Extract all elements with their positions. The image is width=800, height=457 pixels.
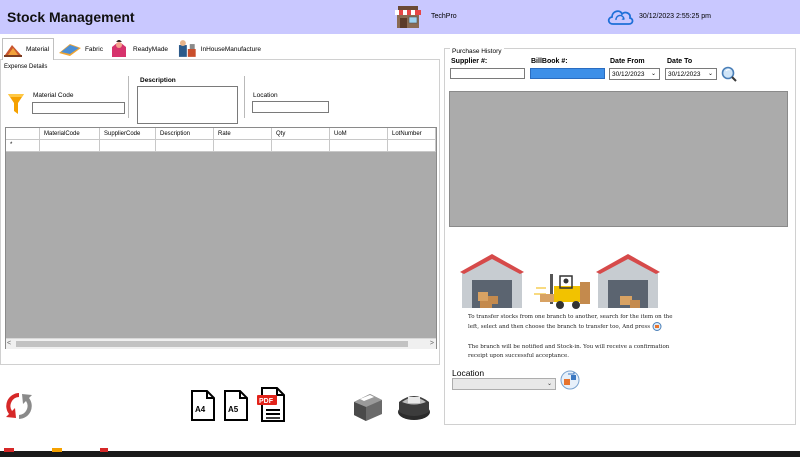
app-title: Stock Management [7, 9, 135, 25]
tab-inhouse-manufacture[interactable]: InHouseManufacture [176, 38, 261, 60]
purchase-history-grid[interactable] [449, 91, 788, 227]
label-printer-icon[interactable] [396, 388, 432, 422]
transfer-location-select[interactable]: ⌄ [452, 378, 556, 390]
row-header-corner [6, 128, 40, 140]
description-label: Description [140, 77, 176, 84]
fabric-icon [58, 44, 81, 56]
transfer-stock-icon[interactable] [560, 370, 580, 390]
purchase-history-label: Purchase History [450, 48, 504, 55]
billbook-input[interactable] [530, 68, 605, 79]
column-header[interactable]: Description [156, 128, 214, 140]
transfer-instructions: To transfer stocks from one branch to an… [468, 314, 673, 331]
column-header[interactable]: Rate [214, 128, 272, 140]
column-header[interactable]: LotNumber [388, 128, 436, 140]
taskbar-icons [4, 448, 108, 452]
tab-readymade[interactable]: ReadyMade [108, 38, 170, 60]
column-header[interactable]: SupplierCode [100, 128, 156, 140]
location-input[interactable] [252, 101, 329, 113]
chevron-down-icon[interactable]: ⌄ [651, 70, 656, 77]
receipt-printer-icon[interactable] [350, 390, 384, 422]
table-cell[interactable] [388, 140, 436, 152]
table-cell[interactable] [214, 140, 272, 152]
table-cell[interactable] [156, 140, 214, 152]
date-from-picker[interactable]: 30/12/2023 ⌄ [609, 68, 660, 80]
table-cell[interactable] [330, 140, 388, 152]
a5-label: A5 [228, 405, 239, 414]
chevron-down-icon[interactable]: ⌄ [547, 380, 552, 387]
pdf-label: PDF [259, 398, 273, 405]
date-from-label: Date From [610, 58, 645, 65]
a4-label: A4 [195, 405, 206, 414]
expense-details-label: Expense Details [4, 64, 48, 70]
material-code-input[interactable] [32, 102, 125, 114]
store-icon [395, 6, 421, 28]
tab-fabric[interactable]: Fabric [58, 38, 103, 60]
refresh-icon[interactable] [5, 390, 33, 422]
date-to-label: Date To [667, 58, 693, 65]
search-icon[interactable] [720, 66, 738, 82]
divider [128, 76, 129, 118]
billbook-label: BillBook #: [531, 58, 568, 65]
inhouse-manufacture-icon [178, 40, 196, 57]
date-to-picker[interactable]: 30/12/2023 ⌄ [665, 68, 717, 80]
scroll-right-arrow[interactable]: > [430, 339, 434, 349]
transfer-confirmation-note: The branch will be notified and Stock-in… [468, 344, 670, 359]
horizontal-scrollbar[interactable]: < > [6, 338, 436, 349]
supplier-input[interactable] [450, 68, 525, 79]
divider [244, 76, 245, 118]
datetime-display: 30/12/2023 2:55:25 pm [639, 13, 712, 20]
transfer-location-label: Location [452, 368, 485, 378]
chevron-down-icon[interactable]: ⌄ [708, 70, 713, 77]
column-header[interactable]: MaterialCode [40, 128, 100, 140]
transfer-icon [652, 321, 662, 331]
filter-icon[interactable] [8, 92, 24, 116]
description-textarea[interactable] [137, 86, 238, 124]
taskbar-strip [0, 451, 800, 457]
table-cell[interactable] [272, 140, 330, 152]
material-grid[interactable] [5, 127, 437, 349]
table-cell[interactable] [40, 140, 100, 152]
scroll-left-arrow[interactable]: < [7, 339, 11, 349]
material-icon [4, 44, 22, 57]
material-code-label: Material Code [33, 92, 74, 99]
location-label: Location [253, 92, 278, 99]
column-header[interactable]: UoM [330, 128, 388, 140]
tab-material[interactable]: Material [2, 38, 54, 60]
supplier-label: Supplier #: [451, 58, 488, 65]
warehouse-transfer-illustration [460, 254, 660, 309]
scroll-thumb[interactable] [16, 341, 408, 347]
store-name: TechPro [431, 13, 457, 20]
table-row[interactable]: * [6, 140, 436, 152]
grid-header: MaterialCode SupplierCode Description Ra… [6, 128, 436, 140]
table-cell[interactable] [100, 140, 156, 152]
readymade-icon [112, 40, 126, 57]
new-row-marker: * [6, 140, 40, 152]
cloud-sync-icon[interactable] [606, 6, 634, 28]
column-header[interactable]: Qty [272, 128, 330, 140]
